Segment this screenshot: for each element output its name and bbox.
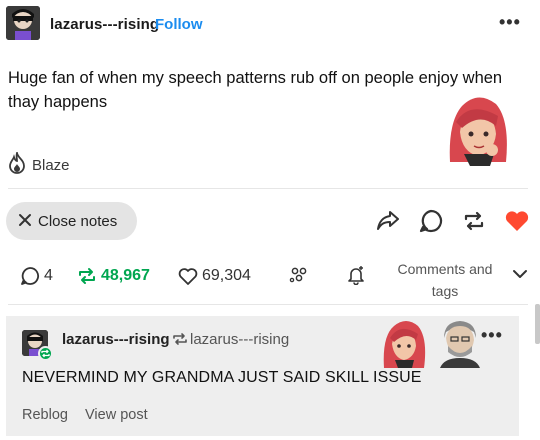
comments-tags-label-line2: tags (431, 283, 459, 299)
reblog-note-card: lazarus---rising lazarus---rising ••• NE… (6, 316, 519, 436)
comments-and-tags-button[interactable]: Comments and tags (392, 258, 498, 302)
reblogs-icon[interactable] (77, 266, 97, 286)
reblogs-count[interactable]: 48,967 (101, 267, 150, 285)
close-notes-button[interactable]: Close notes (6, 202, 137, 240)
reply-icon[interactable] (418, 208, 444, 234)
comments-tags-label-line1: Comments and (397, 261, 493, 277)
divider (8, 188, 528, 189)
character-sticker-image (440, 92, 514, 166)
divider (8, 304, 528, 305)
community-icon[interactable] (289, 265, 309, 285)
share-icon[interactable] (375, 208, 401, 234)
reblogged-from-icon (173, 333, 187, 345)
view-post-link[interactable]: View post (85, 407, 148, 423)
avatar[interactable] (6, 6, 40, 40)
replies-count[interactable]: 4 (44, 267, 53, 285)
follow-button[interactable]: Follow (155, 16, 203, 33)
notification-bell-icon[interactable] (346, 265, 366, 285)
replies-icon[interactable] (20, 266, 40, 286)
reblog-more-options-icon[interactable]: ••• (481, 326, 503, 344)
likes-count[interactable]: 69,304 (202, 267, 251, 285)
reblog-badge-icon (38, 346, 53, 361)
reblog-icon[interactable] (461, 208, 487, 234)
more-options-icon[interactable]: ••• (499, 13, 521, 31)
character-sticker-image (380, 318, 428, 368)
post-header: lazarus---rising Follow ••• (0, 0, 540, 50)
reblog-link[interactable]: Reblog (22, 407, 68, 423)
post-username[interactable]: lazarus---rising (50, 16, 159, 33)
close-icon (19, 214, 31, 226)
reblogger-username[interactable]: lazarus---rising (62, 331, 170, 348)
reblog-comment-text: NEVERMIND MY GRANDMA JUST SAID SKILL ISS… (22, 369, 422, 386)
chevron-down-icon[interactable] (512, 268, 528, 280)
scrollbar[interactable] (535, 304, 540, 344)
likes-icon[interactable] (178, 266, 198, 286)
close-notes-label: Close notes (38, 213, 118, 230)
character-sticker-image (434, 316, 484, 368)
reblogged-from-username[interactable]: lazarus---rising (190, 331, 289, 348)
flame-icon (9, 152, 25, 174)
heart-icon[interactable] (504, 208, 530, 234)
blaze-label: Blaze (32, 157, 70, 174)
